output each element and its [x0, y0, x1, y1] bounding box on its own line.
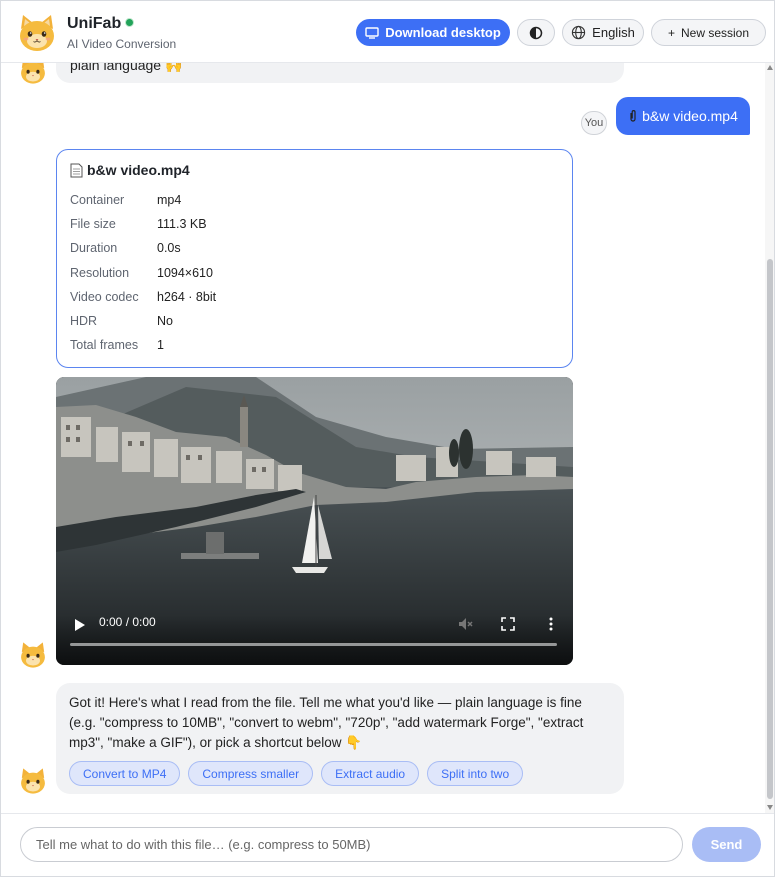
- file-info-row: Container mp4: [70, 188, 559, 212]
- user-avatar: You: [581, 111, 607, 135]
- file-info-value: mp4: [157, 193, 182, 208]
- file-info-value: 0.0s: [157, 241, 181, 256]
- chat-scrollbar[interactable]: [765, 63, 774, 813]
- file-info-key: Resolution: [70, 265, 130, 280]
- new-session-button[interactable]: + New session: [651, 19, 766, 46]
- file-info-row: Total frames 1: [70, 333, 559, 357]
- contrast-icon: [529, 26, 543, 39]
- bot-message-bubble: plain language 🙌: [56, 63, 624, 83]
- monitor-icon: [365, 26, 379, 39]
- file-info-key: Duration: [70, 241, 118, 256]
- video-player[interactable]: 0:00 / 0:00: [56, 377, 573, 665]
- brand-subtitle: AI Video Conversion: [67, 37, 177, 51]
- file-info-value: h264 · 8bit: [157, 289, 217, 304]
- file-info-row: File size 111.3 KB: [70, 212, 559, 236]
- online-status-icon: [125, 18, 135, 27]
- file-info-row: Duration 0.0s: [70, 236, 559, 260]
- message-input[interactable]: [20, 827, 683, 862]
- bot-message-text: plain language 🙌: [70, 63, 183, 73]
- theme-toggle-button[interactable]: [517, 19, 555, 46]
- file-info-key: HDR: [70, 314, 98, 329]
- language-button[interactable]: English: [562, 19, 644, 46]
- download-desktop-button[interactable]: Download desktop: [356, 19, 510, 46]
- video-time: 0:00 / 0:00: [99, 615, 156, 629]
- file-info-title-text: b&w video.mp4: [87, 162, 190, 178]
- convert-to-mp4-chip[interactable]: Convert to MP4: [69, 761, 181, 786]
- play-icon[interactable]: [74, 619, 86, 631]
- video-progress-track[interactable]: [70, 643, 557, 646]
- user-file-name: b&w video.mp4: [642, 108, 738, 124]
- document-icon: [70, 163, 83, 177]
- more-options-icon[interactable]: [542, 615, 560, 633]
- cat-logo-icon: [20, 15, 54, 51]
- file-info-title: b&w video.mp4: [70, 162, 559, 178]
- file-info-card: b&w video.mp4 Container mp4 File size 111.3…: [56, 149, 573, 368]
- top-bar: UniFab AI Video Conversion Download desk…: [1, 1, 774, 63]
- composer: Send: [1, 813, 774, 876]
- send-button[interactable]: Send: [692, 827, 761, 862]
- fullscreen-icon[interactable]: [499, 615, 517, 633]
- file-info-row: HDR No: [70, 309, 559, 333]
- file-info-value: 111.3 KB: [157, 217, 207, 232]
- volume-muted-icon[interactable]: [456, 615, 474, 633]
- file-info-key: Container: [70, 193, 125, 208]
- brand-name: UniFab: [67, 15, 135, 33]
- bot-avatar-icon: [21, 642, 45, 668]
- file-info-key: File size: [70, 217, 116, 232]
- bot-message-text: Got it! Here's what I read from the file…: [69, 695, 584, 750]
- file-info-row: Video codec h264 · 8bit: [70, 285, 559, 309]
- app-window: UniFab AI Video Conversion Download desk…: [0, 0, 775, 877]
- file-info-key: Total frames: [70, 338, 139, 353]
- extract-audio-chip[interactable]: Extract audio: [321, 761, 420, 786]
- bot-avatar-icon: [21, 63, 45, 84]
- globe-icon: [572, 25, 586, 40]
- file-info-key: Video codec: [70, 289, 139, 304]
- file-info-row: Resolution 1094×610: [70, 261, 559, 285]
- paperclip-icon: [630, 110, 636, 122]
- file-info-value: No: [157, 314, 173, 329]
- shortcut-chips: Convert to MP4 Compress smaller Extract au…: [69, 761, 611, 786]
- bot-avatar-icon: [21, 768, 45, 794]
- file-info-value: 1: [157, 338, 164, 353]
- scroll-down-icon[interactable]: [767, 805, 773, 810]
- new-session-label: New session: [680, 25, 750, 40]
- language-label: English: [592, 25, 635, 40]
- plus-icon: +: [667, 25, 675, 40]
- brand-label: UniFab: [67, 15, 122, 32]
- scroll-up-icon[interactable]: [767, 65, 773, 70]
- file-info-rows: Container mp4 File size 111.3 KB Duration 0.0…: [70, 188, 559, 357]
- scrollbar-thumb[interactable]: [767, 259, 773, 799]
- split-into-two-chip[interactable]: Split into two: [427, 761, 524, 786]
- download-desktop-label: Download desktop: [385, 25, 501, 40]
- user-file-message: b&w video.mp4: [616, 97, 750, 135]
- file-info-value: 1094×610: [157, 265, 213, 280]
- compress-smaller-chip[interactable]: Compress smaller: [188, 761, 314, 786]
- chat-thread[interactable]: plain language 🙌 You b&w video.mp4 b&w v…: [1, 63, 774, 813]
- bot-message-bubble: Got it! Here's what I read from the file…: [56, 683, 624, 794]
